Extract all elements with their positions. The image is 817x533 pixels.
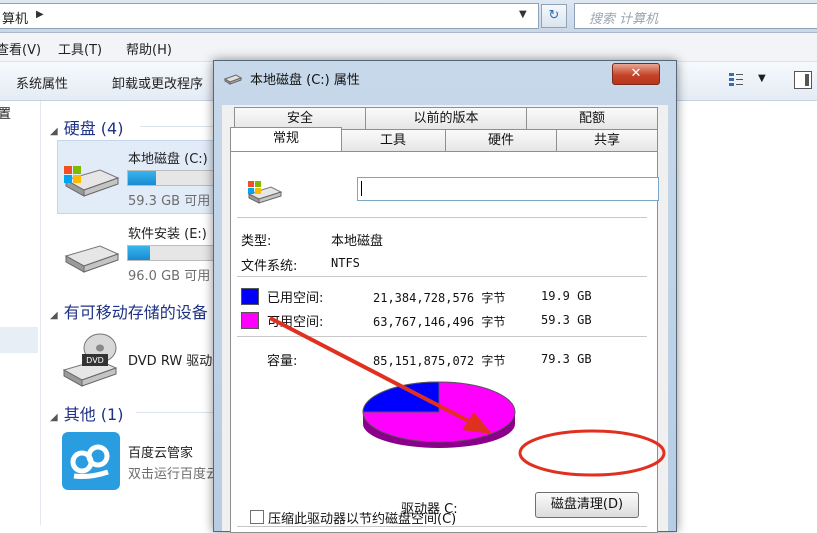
hard-drive-icon	[247, 181, 283, 204]
drive-e-free: 96.0 GB 可用	[128, 269, 211, 284]
tab-general[interactable]: 常规	[230, 127, 342, 153]
menu-tools[interactable]: 工具(T)	[58, 39, 102, 58]
general-tab-page: 类型: 本地磁盘 文件系统: NTFS 已用空间: 21,384,728,576…	[230, 151, 659, 533]
dvd-drive-name[interactable]: DVD RW 驱动器	[128, 350, 225, 369]
hard-drive-icon	[64, 245, 120, 273]
separator	[237, 336, 647, 337]
group-hard-disks[interactable]: ◢ 硬盘 (4)	[50, 115, 123, 139]
preview-pane-icon[interactable]	[794, 71, 812, 89]
search-placeholder: 搜索 计算机	[589, 12, 659, 27]
used-space-bytes: 21,384,728,576 字节	[373, 291, 506, 305]
chevron-down-icon[interactable]: ▼	[758, 73, 766, 84]
separator	[237, 217, 647, 218]
system-properties-button[interactable]: 系统属性	[16, 73, 68, 92]
menu-view[interactable]: 查看(V)	[0, 39, 41, 58]
address-text: 算机	[2, 12, 29, 27]
used-space-swatch	[241, 288, 259, 305]
group-divider	[136, 412, 213, 413]
volume-name-input[interactable]	[357, 177, 659, 201]
separator	[237, 276, 647, 277]
collapse-triangle-icon[interactable]: ◢	[50, 412, 58, 423]
refresh-icon: ↻	[548, 8, 560, 23]
chevron-down-icon[interactable]: ▼	[519, 9, 527, 20]
drive-title-icon	[224, 74, 242, 85]
menu-help[interactable]: 帮助(H)	[126, 39, 172, 58]
address-field[interactable]: 算机 ▶ ▼	[0, 3, 539, 29]
group-removable[interactable]: ◢ 有可移动存储的设备	[50, 299, 208, 323]
collapse-triangle-icon[interactable]: ◢	[50, 126, 58, 137]
dvd-drive-icon: DVD	[62, 333, 118, 387]
properties-dialog: 本地磁盘 (C:) 属性 ✕ 安全 以前的版本 配额 工具 硬件 共享 常规 类…	[213, 60, 677, 533]
filesystem-value: NTFS	[331, 256, 360, 270]
capacity-gb: 79.3 GB	[541, 352, 592, 366]
disk-usage-pie-icon	[362, 381, 516, 448]
dialog-title: 本地磁盘 (C:) 属性	[250, 73, 360, 88]
close-button[interactable]: ✕	[612, 63, 660, 85]
disk-cleanup-button[interactable]: 磁盘清理(D)	[535, 492, 639, 518]
drive-c-name: 本地磁盘 (C:)	[128, 152, 208, 167]
type-value: 本地磁盘	[331, 234, 384, 249]
tab-previous-versions[interactable]: 以前的版本	[365, 107, 527, 131]
compress-checkbox[interactable]	[250, 510, 264, 524]
menu-bar: 查看(V) 工具(T) 帮助(H)	[0, 33, 817, 62]
address-bar: 算机 ▶ ▼ ↻ 搜索 计算机	[0, 0, 817, 33]
capacity-label: 容量:	[267, 354, 298, 369]
baidu-cloud-icon	[62, 432, 120, 490]
tab-quota[interactable]: 配额	[526, 107, 658, 131]
group-label: 有可移动存储的设备	[63, 303, 208, 322]
navigation-pane	[0, 101, 41, 525]
view-options-icon[interactable]	[728, 71, 744, 87]
group-label: 硬盘 (4)	[63, 119, 124, 138]
free-space-bytes: 63,767,146,496 字节	[373, 315, 506, 329]
hard-drive-icon	[64, 166, 120, 197]
group-other[interactable]: ◢ 其他 (1)	[50, 401, 123, 425]
type-label: 类型:	[241, 234, 272, 249]
free-space-swatch	[241, 312, 259, 329]
free-space-label: 可用空间:	[267, 315, 324, 330]
nav-item[interactable]: 置	[0, 103, 11, 122]
group-divider	[140, 126, 213, 127]
tab-tools[interactable]: 工具	[340, 129, 446, 153]
svg-text:DVD: DVD	[86, 356, 104, 365]
group-label: 其他 (1)	[63, 405, 124, 424]
free-space-gb: 59.3 GB	[541, 313, 592, 327]
app-name[interactable]: 百度云管家	[128, 442, 193, 461]
uninstall-program-button[interactable]: 卸载或更改程序	[112, 73, 203, 92]
collapse-triangle-icon[interactable]: ◢	[50, 310, 58, 321]
tab-hardware[interactable]: 硬件	[445, 129, 557, 153]
breadcrumb-arrow-icon[interactable]: ▶	[36, 9, 44, 20]
dialog-body: 安全 以前的版本 配额 工具 硬件 共享 常规 类型: 本地磁盘 文件系统: N…	[222, 105, 668, 533]
refresh-button[interactable]: ↻	[541, 4, 567, 28]
filesystem-label: 文件系统:	[241, 259, 298, 274]
used-space-label: 已用空间:	[267, 291, 324, 306]
nav-selected-item[interactable]	[0, 327, 38, 353]
search-input[interactable]: 搜索 计算机	[574, 3, 817, 29]
used-space-gb: 19.9 GB	[541, 289, 592, 303]
drive-c-free: 59.3 GB 可用	[128, 194, 211, 209]
drive-e-name[interactable]: 软件安装 (E:)	[128, 223, 207, 242]
tab-sharing[interactable]: 共享	[556, 129, 658, 153]
compress-label: 压缩此驱动器以节约磁盘空间(C)	[268, 512, 457, 527]
